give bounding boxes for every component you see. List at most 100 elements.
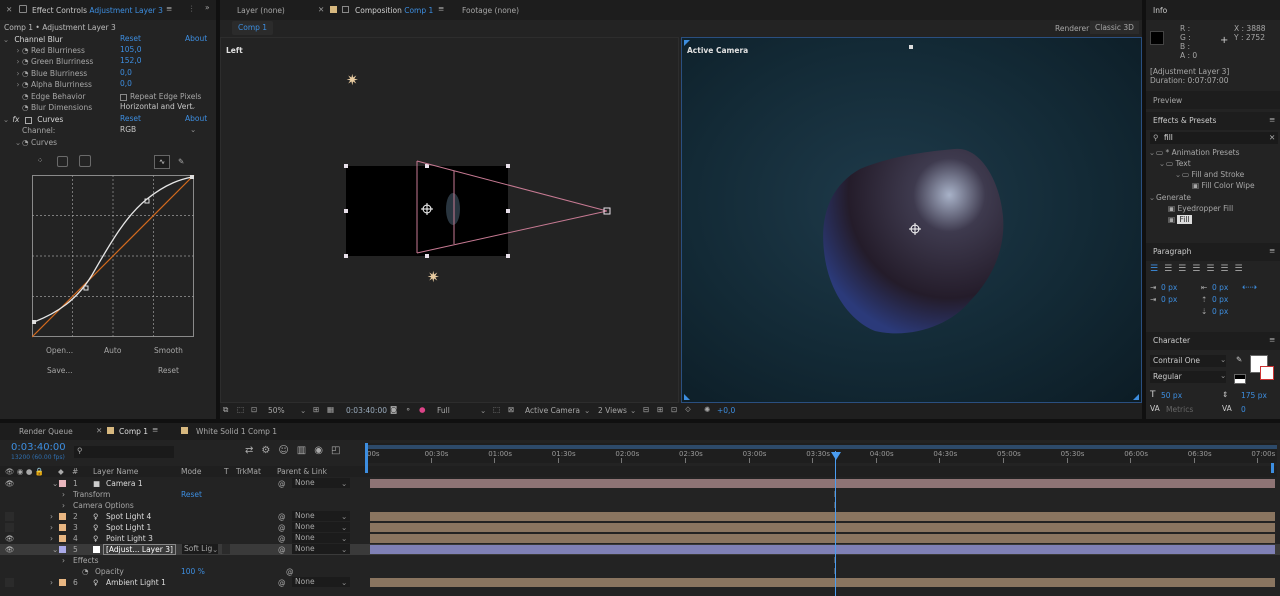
footage-tab[interactable]: Footage (none)	[462, 6, 519, 15]
layer-row-spot-light-4[interactable]: › 2 ♀ Spot Light 4 @ None ⌄	[0, 511, 1280, 522]
timeline-search-input[interactable]: ⚲	[74, 446, 174, 458]
fx-icon[interactable]: fx	[12, 115, 19, 124]
renderer-button[interactable]: Classic 3D	[1090, 21, 1139, 34]
preserve-transparency-box[interactable]	[222, 544, 230, 554]
layer-name[interactable]: Point Light 3	[106, 533, 153, 544]
region-icon[interactable]: ⬚	[237, 405, 244, 414]
camera-snapshot-icon[interactable]: ◙	[390, 405, 397, 414]
panel-menu-icon[interactable]: ≡	[152, 425, 158, 434]
comp-tab[interactable]: Comp 1	[119, 427, 148, 436]
kerning-value[interactable]: Metrics	[1166, 405, 1193, 414]
comp-mini-flowchart-icon[interactable]: ⇄	[245, 445, 261, 456]
chevron-right-icon[interactable]: ›	[50, 511, 53, 522]
panel-menu-icon[interactable]: ≡	[1269, 246, 1275, 255]
fast-preview-icon[interactable]: ⟐	[685, 405, 691, 415]
trkmat-header[interactable]: TrkMat	[236, 466, 261, 477]
leading-value[interactable]: 175 px	[1241, 391, 1267, 400]
layer-row-adjustment-layer-3[interactable]: 👁 ⌄ 5 [Adjust... Layer 3] Soft Lig ⌄ @ N…	[0, 544, 1280, 555]
tree-item[interactable]: ⌄▭ * Animation Presets	[1148, 147, 1240, 158]
layer-name-header[interactable]: Layer Name	[93, 466, 138, 477]
graph-size-large-icon[interactable]	[79, 155, 91, 167]
motion-blur-icon[interactable]: ◉	[314, 445, 331, 456]
pencil-tool-icon[interactable]: ✎	[178, 157, 184, 166]
indent-right-value[interactable]: 0 px	[1212, 283, 1228, 292]
label-color-swatch[interactable]	[59, 524, 66, 531]
font-size-value[interactable]: 50 px	[1161, 391, 1182, 400]
stopwatch-icon[interactable]: ◔	[22, 80, 29, 89]
expand-panels-icon[interactable]: »	[205, 3, 210, 12]
visibility-eye-icon[interactable]	[5, 512, 14, 521]
layer-name[interactable]: Camera 1	[106, 478, 143, 489]
stopwatch-icon[interactable]: ◔	[22, 103, 29, 112]
curves-auto-button[interactable]: Auto	[104, 346, 121, 355]
eyedropper-icon[interactable]: ✎	[1236, 355, 1242, 364]
align-right-icon[interactable]: ☰	[1178, 264, 1192, 274]
render-queue-tab[interactable]: Render Queue	[19, 427, 73, 436]
indent-left-value[interactable]: 0 px	[1161, 283, 1177, 292]
channel-blur-header[interactable]: ⌄ Channel Blur	[0, 34, 216, 45]
chevron-right-icon[interactable]: ›	[62, 500, 65, 511]
composition-tab[interactable]: Composition Comp 1	[355, 6, 433, 15]
work-area-start[interactable]	[365, 443, 368, 473]
color-channel-icon[interactable]: ●	[419, 405, 426, 414]
layer-duration-bar[interactable]	[370, 545, 1275, 554]
shy-icon[interactable]: ☺	[278, 445, 296, 456]
layer-row-spot-light-1[interactable]: › 3 ♀ Spot Light 1 @ None ⌄	[0, 522, 1280, 533]
graph-size-small-icon[interactable]	[57, 156, 68, 167]
frame-blending-icon[interactable]: ▥	[297, 445, 314, 456]
justify-center-icon[interactable]: ☰	[1206, 264, 1220, 274]
channel-dropdown[interactable]: RGB	[120, 125, 198, 135]
stopwatch-icon[interactable]: ◔	[22, 46, 29, 55]
exposure-value[interactable]: +0,0	[717, 406, 735, 415]
alpha-blurriness-value[interactable]: 0,0	[120, 79, 132, 88]
visibility-eye-icon[interactable]: 👁	[5, 478, 15, 489]
blur-dimensions-dropdown[interactable]: Horizontal and Vert	[120, 102, 198, 112]
channel-blur-reset[interactable]: Reset	[120, 34, 141, 43]
clear-search-icon[interactable]: ✕	[1269, 133, 1275, 142]
layer-name[interactable]: [Adjust... Layer 3]	[103, 544, 176, 555]
work-area-bar[interactable]	[365, 445, 1277, 449]
curves-open-button[interactable]: Open...	[46, 346, 73, 355]
light-icon[interactable]: ✷	[427, 268, 440, 286]
chevron-right-icon[interactable]: ›	[14, 68, 22, 79]
curves-about[interactable]: About	[185, 114, 207, 123]
layer-duration-bar[interactable]	[370, 523, 1275, 532]
blue-blurriness-value[interactable]: 0,0	[120, 68, 132, 77]
align-left-icon[interactable]: ☰	[1150, 264, 1164, 274]
layer-name[interactable]: Spot Light 4	[106, 511, 151, 522]
pickwhip-icon[interactable]: @	[278, 577, 286, 588]
stopwatch-icon[interactable]: ◔	[82, 566, 89, 577]
justify-left-icon[interactable]: ☰	[1192, 264, 1206, 274]
justify-all-icon[interactable]: ☰	[1234, 264, 1248, 274]
curves-graph[interactable]	[32, 175, 195, 338]
chevron-right-icon[interactable]: ›	[50, 533, 53, 544]
chevron-down-icon[interactable]: ⌄	[52, 478, 58, 489]
label-color-swatch[interactable]	[59, 535, 66, 542]
chevron-right-icon[interactable]: ›	[14, 56, 22, 67]
stroke-color-swatch[interactable]	[1260, 366, 1274, 380]
repeat-edge-checkbox[interactable]: Repeat Edge Pixels	[120, 91, 201, 102]
space-after-value[interactable]: 0 px	[1212, 307, 1228, 316]
chevron-right-icon[interactable]: ›	[62, 555, 65, 566]
pickwhip-icon[interactable]: @	[286, 566, 294, 577]
stopwatch-icon[interactable]: ◔	[22, 69, 29, 78]
playhead-handle[interactable]	[831, 452, 841, 460]
font-style-dropdown[interactable]: Regular	[1150, 371, 1226, 383]
curves-reset[interactable]: Reset	[120, 114, 141, 123]
current-time[interactable]: 0:03:40:00	[11, 442, 66, 453]
mode-header[interactable]: Mode	[181, 466, 201, 477]
region-of-interest-icon[interactable]: ⬚	[493, 405, 500, 414]
layer-duration-bar[interactable]	[370, 578, 1275, 587]
curves-save-button[interactable]: Save...	[47, 366, 73, 375]
close-icon[interactable]: ✕	[318, 5, 324, 14]
layer-duration-bar[interactable]	[370, 534, 1275, 543]
tree-item[interactable]: ⌄▭ Fill and Stroke	[1174, 169, 1244, 180]
pickwhip-icon[interactable]: @	[278, 544, 286, 555]
tree-item[interactable]: ⌄Generate	[1148, 192, 1191, 203]
chevron-down-icon[interactable]: ⌄	[2, 114, 10, 125]
chevron-right-icon[interactable]: ›	[50, 522, 53, 533]
layer-row-ambient-light-1[interactable]: › 6 ♀ Ambient Light 1 @ None ⌄	[0, 577, 1280, 588]
effects-search-input[interactable]: ⚲ fill ✕	[1150, 132, 1278, 144]
viewer-timecode[interactable]: 0:03:40:00	[346, 406, 387, 415]
layer-tab[interactable]: Layer (none)	[237, 6, 285, 15]
